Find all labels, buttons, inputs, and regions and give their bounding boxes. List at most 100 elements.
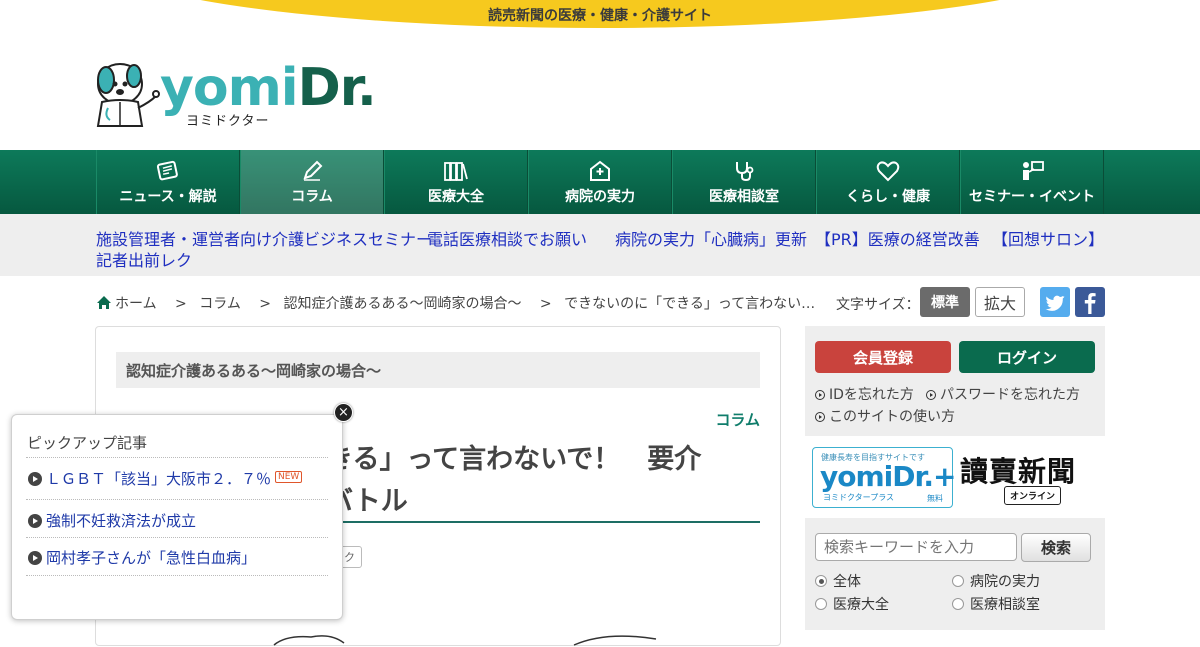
breadcrumb-sep: > (539, 296, 552, 312)
search-button[interactable]: 検索 (1021, 533, 1091, 562)
presenter-icon (1023, 161, 1044, 180)
pickup-item[interactable]: 岡村孝子さんが「急性白血病」 (28, 547, 256, 568)
article-title-line: バトル (326, 486, 408, 517)
top-banner: 読売新聞の医療・健康・介護サイト (0, 0, 1200, 30)
close-icon: × (338, 405, 349, 420)
logo-wordmark: yomiDr. (160, 62, 377, 114)
search-scope-label: 病院の実力 (970, 574, 1040, 590)
quick-link[interactable]: 【回想サロン】 (992, 226, 1104, 250)
site-tagline: 読売新聞の医療・健康・介護サイト (488, 8, 712, 24)
plus-banner-kana: ヨミドクタープラス (823, 493, 895, 502)
books-icon (444, 162, 468, 181)
site-logo[interactable]: yomiDr. ヨミドクター (94, 58, 377, 130)
breadcrumb-sep: > (175, 296, 187, 312)
breadcrumb-home[interactable]: ホーム (115, 296, 157, 312)
illustration-partial (273, 635, 657, 646)
pickup-item[interactable]: ＬＧＢＴ「該当」大阪市２．７％ NEW (28, 468, 303, 489)
search-scope-label: 全体 (833, 574, 861, 590)
font-size-large-button[interactable]: 拡大 (975, 287, 1025, 317)
radio-icon (952, 598, 964, 610)
yomiuri-online-badge[interactable]: オンライン (1004, 486, 1062, 505)
forgot-id-link[interactable]: IDを忘れた方 (815, 384, 914, 404)
nav-item-column[interactable]: コラム (240, 150, 384, 214)
search-scope-encyclopedia[interactable]: 医療大全 (815, 594, 889, 614)
nav-item-seminar[interactable]: セミナー・イベント (960, 150, 1104, 214)
yomiuri-logo[interactable]: 讀賣新聞 (960, 450, 1076, 490)
nav-item-consultation[interactable]: 医療相談室 (672, 150, 816, 214)
nav-item-lifestyle[interactable]: くらし・健康 (816, 150, 960, 214)
category-label[interactable]: コラム (715, 409, 760, 430)
article-title-line: きる」って言わないで！ 要介 (326, 444, 702, 475)
nav-item-label: コラム (291, 189, 333, 205)
breadcrumb-sep: > (259, 296, 272, 312)
nav-item-label: 医療大全 (428, 189, 484, 205)
home-icon[interactable] (96, 295, 112, 310)
search-scope-label: 医療大全 (833, 597, 889, 613)
logo-word-yomi: yomi (160, 58, 299, 118)
search-scope-all[interactable]: 全体 (815, 571, 861, 591)
arrow-circle-icon (815, 390, 825, 400)
facebook-icon (1084, 293, 1096, 314)
newspaper-icon (156, 160, 178, 181)
yomidr-plus-banner[interactable]: 健康長寿を目指すサイトです yomiDr.+ ヨミドクタープラス 無料 (812, 447, 956, 508)
breadcrumb-item[interactable]: 認知症介護あるある～岡崎家の場合～ (283, 296, 521, 312)
pickup-item-text: ＬＧＢＴ「該当」大阪市２．７％ (46, 470, 272, 488)
article-title: きる」って言わないで！ 要介 バトル (326, 439, 766, 523)
quick-links-bar: 施設管理者・運営者向け介護ビジネスセミナー 電話医療相談でお願い 病院の実力「心… (0, 214, 1200, 276)
forgot-password-label: パスワードを忘れた方 (940, 387, 1080, 403)
close-popup-button[interactable]: × (334, 403, 353, 422)
how-to-use-label: このサイトの使い方 (829, 409, 955, 425)
forgot-password-link[interactable]: パスワードを忘れた方 (926, 384, 1080, 404)
arrow-circle-icon (926, 390, 936, 400)
quick-link[interactable]: 【PR】医療の経営改善 (815, 226, 980, 250)
radio-icon (952, 575, 964, 587)
quick-link[interactable]: 電話医療相談でお願い (427, 226, 587, 250)
register-button[interactable]: 会員登録 (815, 341, 951, 373)
hospital-icon (590, 160, 610, 181)
main-nav: ニュース・解説 コラム 医療大全 病院の実力 医療相談室 くらし・健康 セミナー… (0, 150, 1200, 214)
pickup-item-text: 岡村孝子さんが「急性白血病」 (46, 549, 257, 567)
play-bullet-icon (28, 472, 42, 486)
radio-selected-icon (815, 575, 827, 587)
new-badge: NEW (275, 471, 303, 483)
facebook-share-button[interactable] (1075, 287, 1105, 317)
pickup-divider (26, 499, 328, 500)
series-title[interactable]: 認知症介護あるある～岡崎家の場合～ (116, 352, 760, 388)
pencil-icon (303, 160, 323, 181)
breadcrumb-current: できないのに「できる」って言わない… (564, 296, 816, 312)
nav-item-label: 病院の実力 (565, 189, 635, 205)
nav-item-hospital[interactable]: 病院の実力 (528, 150, 672, 214)
play-bullet-icon (28, 551, 42, 565)
pickup-item[interactable]: 強制不妊救済法が成立 (28, 510, 196, 531)
nav-item-label: くらし・健康 (846, 189, 930, 205)
quick-link[interactable]: 病院の実力「心臓病」更新 (615, 226, 807, 250)
twitter-share-button[interactable] (1040, 287, 1070, 317)
twitter-icon (1045, 295, 1065, 311)
quick-link[interactable]: 記者出前レク (96, 247, 192, 271)
pickup-item-text: 強制不妊救済法が成立 (46, 512, 197, 530)
nav-item-label: 医療相談室 (709, 189, 779, 205)
heart-icon (876, 161, 900, 182)
logo-word-dr: Dr. (297, 58, 377, 118)
search-scope-consultation[interactable]: 医療相談室 (952, 594, 1040, 614)
font-size-label: 文字サイズ： (836, 297, 920, 313)
font-size-standard-button[interactable]: 標準 (920, 287, 970, 317)
radio-icon (815, 598, 827, 610)
nav-item-label: セミナー・イベント (969, 189, 1095, 205)
breadcrumb-item[interactable]: コラム (199, 296, 241, 312)
pickup-divider (26, 575, 328, 576)
arrow-circle-icon (815, 412, 825, 422)
pickup-title: ピックアップ記事 (27, 434, 148, 452)
search-input[interactable] (815, 533, 1017, 561)
doctor-dog-mascot-icon (96, 63, 160, 127)
breadcrumb: ホーム > コラム > 認知症介護あるある～岡崎家の場合～ > できないのに「で… (96, 293, 823, 313)
login-button[interactable]: ログイン (959, 341, 1095, 373)
nav-item-news[interactable]: ニュース・解説 (96, 150, 240, 214)
nav-item-encyclopedia[interactable]: 医療大全 (384, 150, 528, 214)
forgot-id-label: IDを忘れた方 (829, 387, 914, 403)
pickup-divider (26, 537, 328, 538)
stethoscope-icon (736, 162, 754, 182)
how-to-use-link[interactable]: このサイトの使い方 (815, 406, 955, 426)
nav-item-label: ニュース・解説 (119, 189, 217, 205)
search-scope-hospital[interactable]: 病院の実力 (952, 571, 1040, 591)
